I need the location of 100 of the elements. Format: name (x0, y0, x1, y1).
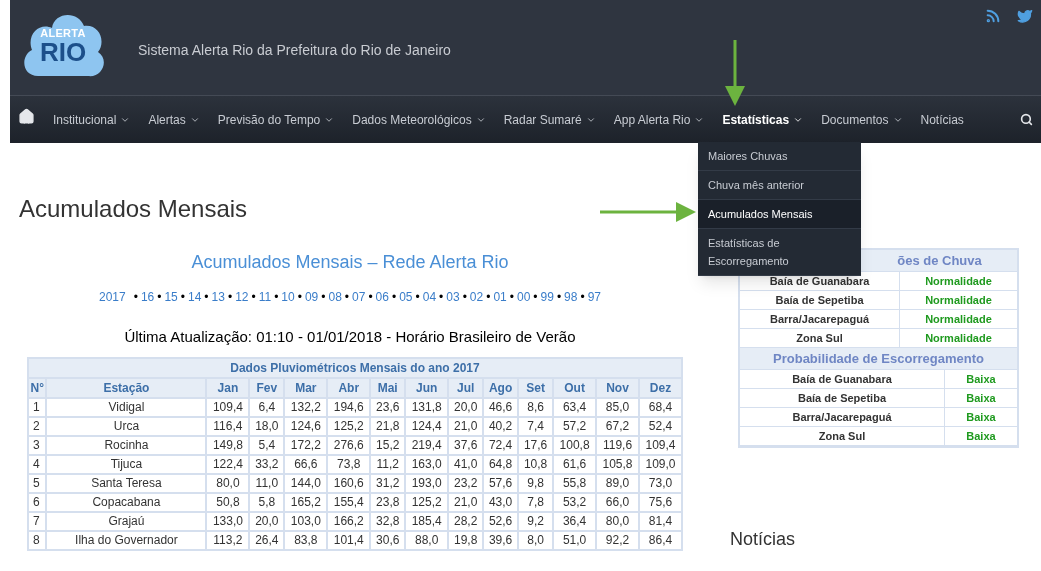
column-header: Ago (483, 377, 519, 398)
table-cell: 116,4 (206, 416, 250, 436)
separator-dot: • (415, 289, 420, 306)
year-link[interactable]: 16 (140, 288, 155, 306)
year-link[interactable]: 99 (540, 288, 554, 306)
table-cell: Urca (46, 416, 207, 436)
year-link[interactable]: 15 (164, 288, 178, 306)
table-cell: 23,6 (370, 397, 406, 417)
table-cell: 92,2 (596, 530, 639, 550)
right-arrow-icon (600, 202, 696, 222)
year-link[interactable]: 11 (258, 288, 272, 306)
page-title: Acumulados Mensais (19, 194, 248, 224)
year-link[interactable]: 01 (493, 288, 507, 306)
table-cell: 86,4 (638, 530, 682, 550)
table-cell: 85,0 (596, 397, 639, 417)
year-link[interactable]: 04 (422, 288, 437, 306)
table-cell: 11,0 (249, 473, 285, 493)
separator-dot: • (180, 289, 185, 306)
region-cell: Barra/Jacarepaguá (740, 310, 900, 328)
table-cell: 68,4 (638, 397, 682, 417)
news-heading: Notícias (730, 528, 796, 551)
table-cell: 113,2 (206, 530, 250, 550)
table-cell: 23,8 (370, 492, 406, 512)
table-cell: 149,8 (206, 435, 250, 455)
year-link[interactable]: 97 (587, 288, 602, 306)
table-cell: 73,0 (638, 473, 682, 493)
year-link[interactable]: 14 (188, 288, 202, 306)
table-cell: 41,0 (448, 454, 484, 474)
table-cell: 155,4 (327, 492, 371, 512)
table-cell: 166,2 (327, 511, 371, 531)
nav-item[interactable]: Notícias (920, 110, 964, 129)
column-header: Mai (370, 377, 406, 398)
table-cell: 11,2 (370, 454, 406, 474)
dropdown-item[interactable]: Estatísticas de Escorregamento (698, 229, 861, 276)
table-cell: 52,4 (638, 416, 682, 436)
table-cell: Grajaú (46, 511, 207, 531)
table-cell: 194,6 (327, 397, 371, 417)
table-cell: 26,4 (249, 530, 285, 550)
year-link[interactable]: 12 (235, 288, 249, 306)
separator-dot: • (391, 289, 397, 306)
year-link[interactable]: 07 (352, 288, 366, 306)
rss-icon[interactable] (985, 8, 1001, 24)
year-link[interactable]: 06 (375, 288, 389, 306)
table-cell: 63,4 (553, 397, 597, 417)
separator-dot: • (439, 289, 444, 306)
table-cell: 103,0 (284, 511, 328, 531)
table-cell: 75,6 (638, 492, 682, 512)
table-cell: 20,0 (249, 511, 285, 531)
nav-item[interactable]: Dados Meteorológicos (352, 110, 486, 129)
nav-item[interactable]: App Alerta Rio (613, 110, 705, 129)
table-cell: 89,0 (596, 473, 639, 493)
separator-dot: • (227, 289, 233, 306)
status-cell-text: Normalidade (924, 273, 993, 289)
year-link[interactable]: 2017 (98, 288, 126, 306)
nav-item[interactable]: Estatísticas (722, 110, 804, 129)
year-link[interactable]: 00 (517, 288, 531, 306)
table-cell: 19,8 (448, 530, 484, 550)
table-cell: 7,8 (518, 492, 554, 512)
table-cell: 109,4 (638, 435, 682, 455)
table-cell: 17,6 (518, 435, 554, 455)
home-icon[interactable] (18, 108, 35, 125)
nav-item[interactable]: Alertas (148, 110, 200, 129)
table-cell: 124,6 (284, 416, 328, 436)
search-icon[interactable] (1020, 113, 1033, 126)
separator-dot: • (533, 289, 538, 306)
year-link[interactable]: 13 (211, 288, 225, 306)
dropdown-item[interactable]: Maiores Chuvas (698, 142, 861, 171)
table-cell: 80,0 (206, 473, 250, 493)
table-cell: 37,6 (448, 435, 484, 455)
year-link[interactable]: 98 (564, 288, 578, 306)
twitter-icon[interactable] (1017, 8, 1033, 24)
table-cell: 125,2 (327, 416, 371, 436)
table-cell: 8 (28, 530, 47, 550)
table-cell: 163,0 (405, 454, 449, 474)
nav-item[interactable]: Radar Sumaré (503, 110, 596, 129)
table-cell: 21,0 (448, 416, 484, 436)
year-link[interactable]: 08 (328, 288, 342, 306)
table-cell: 52,6 (483, 511, 519, 531)
table-cell: 100,8 (553, 435, 597, 455)
year-link[interactable]: 09 (304, 288, 319, 306)
year-link[interactable]: 05 (399, 288, 413, 306)
table-cell: Tijuca (46, 454, 207, 474)
separator-dot: • (204, 289, 209, 306)
nav-item[interactable]: Previsão do Tempo (217, 110, 335, 129)
nav-item[interactable]: Documentos (821, 110, 903, 129)
year-link[interactable]: 03 (446, 288, 460, 306)
year-link[interactable]: 10 (281, 288, 295, 306)
dropdown-item[interactable]: Acumulados Mensais (698, 200, 861, 229)
table-cell: 72,4 (483, 435, 519, 455)
status-cell-text: Baixa (965, 409, 997, 425)
table-cell: 9,8 (518, 473, 554, 493)
column-header: Set (518, 377, 554, 398)
nav-item[interactable]: Institucional (53, 110, 131, 129)
year-link[interactable]: 02 (469, 288, 484, 306)
table-cell: 8,6 (518, 397, 554, 417)
table-cell: 124,4 (405, 416, 449, 436)
separator-dot: • (580, 289, 585, 306)
table-cell: 32,8 (370, 511, 406, 531)
column-header: Estação (46, 377, 207, 398)
separator-dot: • (297, 289, 302, 306)
